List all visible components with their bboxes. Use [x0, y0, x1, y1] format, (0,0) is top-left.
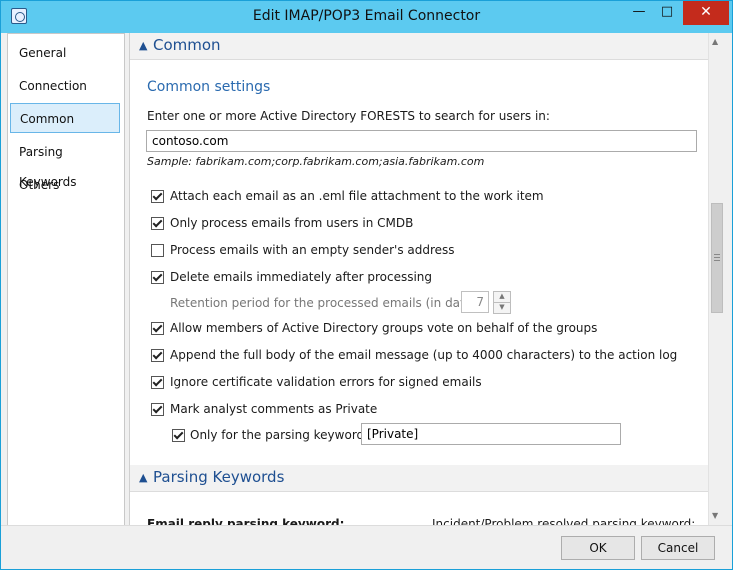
title-bar[interactable]: Edit IMAP/POP3 Email Connector — □ ✕: [1, 1, 732, 33]
mark-private-checkbox[interactable]: [151, 403, 164, 416]
minimize-button[interactable]: —: [627, 1, 651, 25]
dialog-window: Edit IMAP/POP3 Email Connector — □ ✕ Gen…: [0, 0, 733, 570]
delete-emails-checkbox[interactable]: [151, 271, 164, 284]
ad-groups-vote-label: Allow members of Active Directory groups…: [170, 321, 598, 335]
resolved-keyword-label: Incident/Problem resolved parsing keywor…: [432, 517, 696, 525]
nav-item-others[interactable]: Others: [10, 170, 120, 200]
ignore-cert-checkbox[interactable]: [151, 376, 164, 389]
vertical-scrollbar[interactable]: ▲ ▼: [708, 33, 726, 525]
collapse-chevron-icon[interactable]: ▲: [139, 39, 147, 52]
grip-line: [714, 257, 720, 258]
maximize-button[interactable]: □: [653, 1, 681, 25]
grip-line: [714, 260, 720, 261]
scroll-thumb[interactable]: [711, 203, 723, 313]
dialog-footer: OK Cancel: [1, 525, 732, 569]
parsing-only-label: Only for the parsing keyword:: [190, 428, 369, 442]
empty-sender-label: Process emails with an empty sender's ad…: [170, 243, 455, 257]
retention-label: Retention period for the processed email…: [170, 296, 483, 310]
cancel-button[interactable]: Cancel: [641, 536, 715, 560]
nav-sidebar: General Connection Common Parsing Keywor…: [7, 33, 125, 527]
parsing-section-title: Parsing Keywords: [153, 468, 285, 486]
scroll-down-icon[interactable]: ▼: [712, 511, 718, 520]
nav-item-common[interactable]: Common: [10, 103, 120, 133]
forests-input[interactable]: contoso.com: [146, 130, 697, 152]
grip-line: [714, 254, 720, 255]
empty-sender-checkbox[interactable]: [151, 244, 164, 257]
forests-sample-text: Sample: fabrikam.com;corp.fabrikam.com;a…: [147, 155, 485, 168]
only-cmdb-checkbox[interactable]: [151, 217, 164, 230]
close-button[interactable]: ✕: [683, 1, 729, 25]
common-section-title: Common: [153, 36, 221, 54]
reply-keyword-label: Email reply parsing keyword:: [147, 517, 345, 525]
append-body-label: Append the full body of the email messag…: [170, 348, 678, 362]
retention-down-icon[interactable]: ▼: [493, 302, 511, 314]
parsing-only-checkbox[interactable]: [172, 429, 185, 442]
settings-panel: ▲ Common Common settings Enter one or mo…: [129, 33, 726, 525]
delete-emails-label: Delete emails immediately after processi…: [170, 270, 433, 284]
collapse-chevron-icon[interactable]: ▲: [139, 471, 147, 484]
attach-eml-label: Attach each email as an .eml file attach…: [170, 189, 544, 203]
only-cmdb-label: Only process emails from users in CMDB: [170, 216, 414, 230]
ok-button[interactable]: OK: [561, 536, 635, 560]
common-section-header[interactable]: ▲ Common: [130, 33, 708, 60]
forests-label: Enter one or more Active Directory FORES…: [147, 109, 550, 123]
retention-input[interactable]: 7: [461, 291, 489, 313]
parsing-keyword-input[interactable]: [Private]: [361, 423, 621, 445]
ignore-cert-label: Ignore certificate validation errors for…: [170, 375, 482, 389]
window-title: Edit IMAP/POP3 Email Connector: [252, 8, 481, 24]
nav-item-connection[interactable]: Connection: [10, 71, 120, 101]
scroll-up-icon[interactable]: ▲: [712, 37, 718, 46]
ad-groups-vote-checkbox[interactable]: [151, 322, 164, 335]
attach-eml-checkbox[interactable]: [151, 190, 164, 203]
nav-item-parsing-keywords[interactable]: Parsing Keywords: [10, 137, 120, 189]
common-settings-heading: Common settings: [147, 79, 271, 95]
mark-private-label: Mark analyst comments as Private: [170, 402, 378, 416]
append-body-checkbox[interactable]: [151, 349, 164, 362]
parsing-section-header[interactable]: ▲ Parsing Keywords: [130, 465, 708, 492]
nav-item-general[interactable]: General: [10, 38, 120, 68]
